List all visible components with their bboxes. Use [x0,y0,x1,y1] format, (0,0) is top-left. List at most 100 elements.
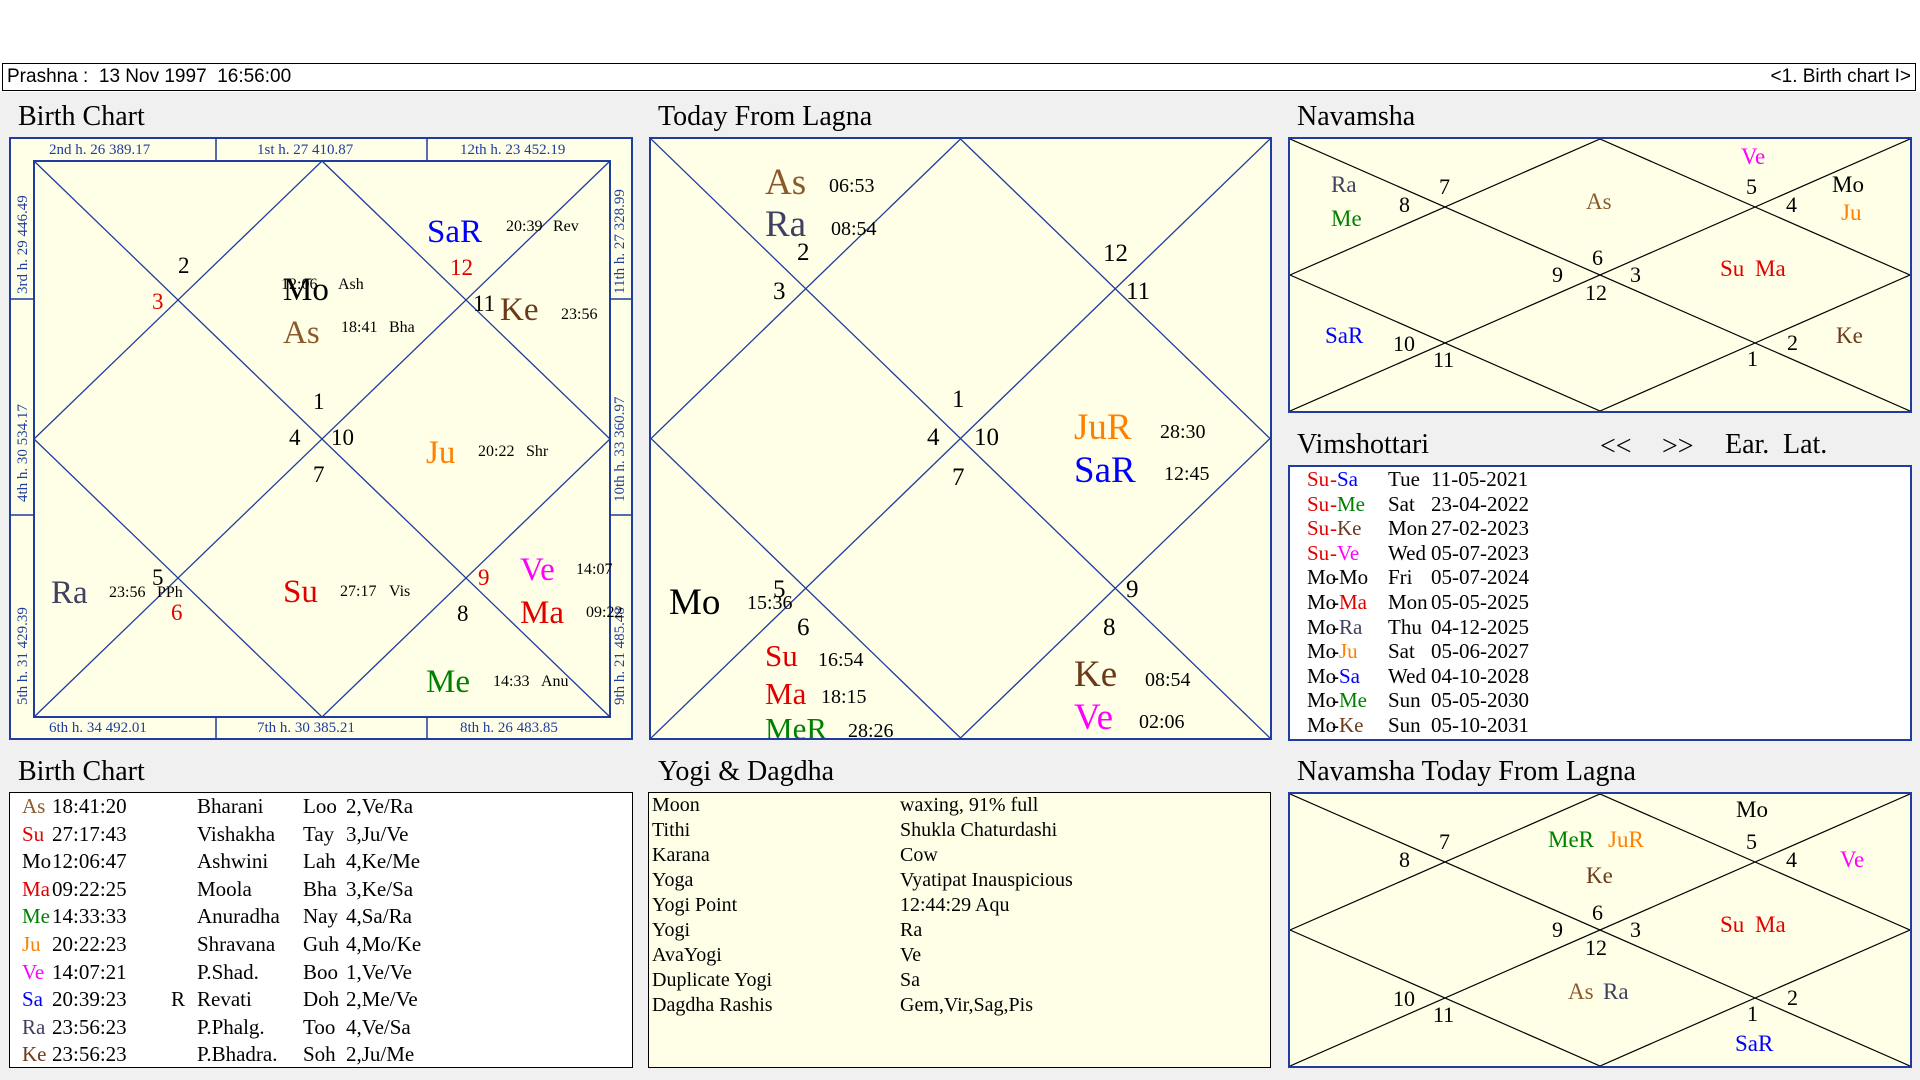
planet-label: Ma [1755,912,1786,937]
dasha-dash: - [1332,589,1339,614]
antardasha-lord: Sa [1339,663,1360,688]
planet-pada: Nay [303,904,338,929]
planet-label: Ra [765,204,806,245]
sign-number: 4 [289,425,301,450]
sign-number: 12 [1103,240,1128,267]
planet-nakshatra: Bha [389,319,415,336]
sign-number: 10 [974,424,999,451]
today-from-lagna-panel[interactable]: 2 3 12 11 1 4 10 7 5 6 9 8 06:53 08:54 2… [649,137,1272,740]
vimshottari-prev-button[interactable]: << [1600,431,1632,463]
antardasha-lord: Ve [1337,540,1360,565]
yogi-value: Ra [900,919,923,941]
planet-p: Su [22,821,45,846]
yogi-value: Shukla Chaturdashi [900,819,1058,841]
planet-label: Ra [51,575,88,611]
planet-deg: 23:56:23 [52,1042,127,1067]
yogi-value: Gem,Vir,Sag,Pis [900,994,1033,1016]
antardasha-lord: Mo [1339,565,1369,590]
planet-degree: 28:26 [848,720,894,738]
sign-number: 9 [1552,262,1563,287]
planet-label: Mo [1832,172,1864,197]
yogi-dagdha-title: Yogi & Dagdha [658,756,835,787]
planet-deg: 18:41:20 [52,794,127,818]
sign-number: 7 [1439,174,1450,199]
sign-number: 6 [1592,900,1603,925]
planet-label: Ve [1074,697,1113,738]
sign-number: 11 [1433,347,1454,372]
house-strength-2: 2nd h. 26 389.17 [49,142,151,158]
sign-number: 12 [1585,280,1607,305]
planet-nakshatra: PPh [157,584,183,601]
planet-degree: 20:39 [506,218,542,235]
vimshottari-next-button[interactable]: >> [1662,431,1694,463]
planet-pada: Doh [303,987,340,1012]
birth-chart-diagram: 2nd h. 26 389.17 1st h. 27 410.87 12th h… [11,139,631,738]
sign-number: 4 [1786,192,1797,217]
dasha-dash: - [1330,540,1337,565]
planet-nakshatra: Shr [526,443,549,460]
planet-label: MeR [765,711,827,738]
planet-label: Ra [1603,979,1629,1004]
earlier-button[interactable]: Ear. [1725,429,1769,461]
sign-number: 8 [1399,192,1410,217]
planet-degree: 09:22 [586,604,622,621]
chart-selector[interactable]: <1. Birth chart I> [1771,64,1911,90]
planet-label: Su [1720,256,1745,281]
planet-label: SaR [1325,323,1364,348]
sign-number: 1 [313,389,325,414]
planet-table-panel: As 18:41:20 Bharani Loo 2,Ve/Ra Su 27:17:43 Vis… [9,792,633,1068]
dasha-lord: Su [1307,467,1330,491]
planet-degree: 18:15 [821,686,867,708]
sign-number: 10 [1393,986,1415,1011]
planet-lord: 2,Ju/Me [346,1042,415,1067]
antardasha-lord: Ma [1339,589,1367,614]
dasha-day: Wed [1388,663,1426,688]
sign-number: 3 [1630,262,1641,287]
navamsha-panel[interactable]: 7 8 5 4 6 9 3 12 10 11 2 1 Ve Ra Me As M… [1288,137,1912,413]
planet-label: Ju [426,435,455,471]
planet-label: Ra [1331,172,1357,197]
dasha-day: Mon [1388,589,1428,614]
birth-chart-table-title: Birth Chart [18,756,145,787]
planet-label: Su [283,574,318,610]
yogi-value: Vyatipat Inauspicious [900,869,1073,891]
yogi-key: Yogi [652,919,690,941]
sign-number: 7 [952,464,965,491]
sign-number: 7 [313,462,325,487]
sign-number: 3 [152,289,164,314]
planet-nak: Revati [197,987,252,1012]
planet-nakshatra: Ash [338,276,364,293]
house-strength-11: 11th h. 27 328.99 [612,189,628,294]
yogi-key: Yogi Point [652,894,738,916]
house-strength-12: 12th h. 23 452.19 [460,142,565,158]
house-strength-10: 10th h. 33 360.97 [612,396,628,502]
sign-number: 8 [1103,614,1116,641]
house-strength-5: 5th h. 31 429.39 [15,607,31,705]
planet-label: Ke [1836,323,1863,348]
planet-degree: 06:53 [829,175,875,197]
yogi-key: Karana [652,844,710,866]
planet-label: SaR [1735,1031,1774,1056]
dasha-dash: - [1332,688,1339,713]
planet-lord: 3,Ke/Sa [346,876,414,901]
sign-number: 3 [773,278,786,305]
planet-degree: 08:54 [831,218,877,240]
planet-pada: Soh [303,1042,336,1067]
birth-chart-title: Birth Chart [18,101,145,132]
birth-chart-panel[interactable]: 2nd h. 26 389.17 1st h. 27 410.87 12th h… [9,137,633,740]
antardasha-lord: Ke [1337,516,1362,541]
planet-deg: 14:07:21 [52,959,127,984]
later-button[interactable]: Lat. [1783,429,1827,461]
sign-number: 10 [331,425,354,450]
sign-number: 2 [178,253,190,278]
sign-number: 1 [1747,1001,1758,1026]
planet-pada: Too [303,1014,336,1039]
planet-nakshatra: Anu [541,673,569,690]
planet-nak: Anuradha [197,904,280,929]
planet-degree: 12:45 [1164,463,1210,485]
sign-number: 4 [1786,847,1797,872]
navamsha-today-panel[interactable]: 7 8 5 4 6 9 3 12 10 11 2 1 Mo MeR JuR Ke… [1288,792,1912,1068]
planet-label: JuR [1074,407,1132,448]
planet-label: Ke [500,292,538,328]
dasha-date: 04-10-2028 [1431,663,1529,688]
